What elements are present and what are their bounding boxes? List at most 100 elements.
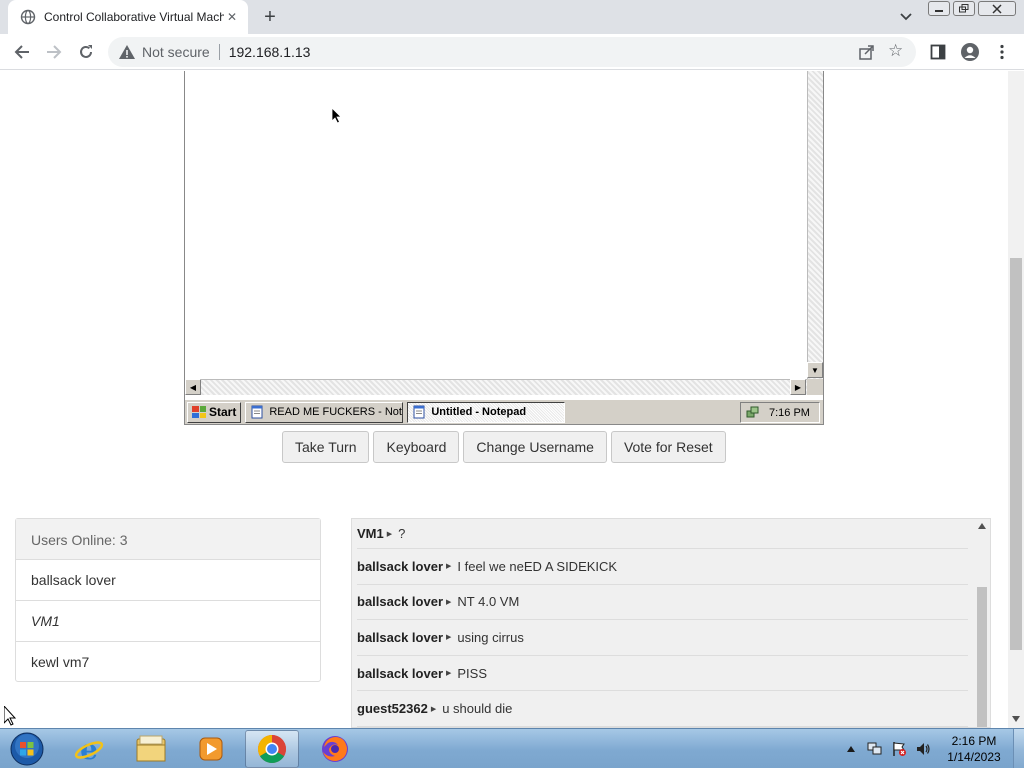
notepad-vertical-scrollbar[interactable]: ▼	[807, 71, 823, 379]
minimize-window-button[interactable]	[928, 1, 950, 16]
browser-tab-strip: Control Collaborative Virtual Machine ✕ …	[0, 0, 1024, 34]
page-content: ▼ ◀ ▶ Start READ ME FUCKERS - Not... Unt…	[0, 71, 1008, 728]
tab-title: Control Collaborative Virtual Machine	[44, 10, 224, 24]
chat-text: NT 4.0 VM	[457, 594, 520, 610]
chat-message: ballsack lover ▶ I feel we neED A SIDEKI…	[357, 549, 968, 585]
scroll-down-arrow-icon[interactable]: ▼	[807, 362, 823, 378]
back-arrow-icon[interactable]	[10, 40, 34, 64]
chat-arrow-icon: ▶	[446, 598, 452, 606]
chat-arrow-icon: ▶	[430, 705, 437, 713]
vm-control-bar: Take Turn Keyboard Change Username Vote …	[282, 431, 726, 463]
chat-scrollbar-thumb[interactable]	[977, 587, 987, 727]
chat-message: guest52362 ▶ u should die	[357, 691, 968, 727]
user-list-item[interactable]: VM1	[16, 601, 320, 642]
show-desktop-button[interactable]	[1013, 729, 1024, 768]
notepad-icon	[251, 405, 263, 419]
chat-text: using cirrus	[457, 629, 524, 645]
vm-task-label: READ ME FUCKERS - Not...	[269, 406, 404, 418]
scroll-down-arrow-icon[interactable]	[1008, 716, 1024, 726]
scroll-up-arrow-icon[interactable]	[978, 523, 986, 529]
more-options-icon[interactable]	[992, 42, 1012, 62]
url-text[interactable]: 192.168.1.13	[229, 44, 311, 60]
chat-text: PISS	[457, 665, 488, 681]
vm-system-tray: 7:16 PM	[740, 402, 820, 423]
restore-window-button[interactable]	[953, 1, 975, 16]
chat-username: VM1	[357, 526, 384, 541]
security-status-label[interactable]: Not secure	[142, 44, 210, 60]
vm-task-notepad[interactable]: Untitled - Notepad	[407, 401, 566, 423]
notepad-icon	[413, 405, 425, 419]
tab-search-chevron-icon[interactable]	[896, 7, 916, 27]
change-username-button[interactable]: Change Username	[463, 431, 607, 463]
forward-arrow-icon[interactable]	[42, 40, 66, 64]
page-scrollbar[interactable]	[1008, 71, 1024, 728]
browser-toolbar: Not secure 192.168.1.13 ☆	[0, 34, 1024, 70]
close-tab-icon[interactable]: ✕	[224, 9, 240, 25]
vm-taskbar: Start READ ME FUCKERS - Not... Untitled …	[185, 399, 823, 424]
media-player-icon[interactable]	[184, 730, 238, 768]
vm-start-label: Start	[209, 405, 237, 419]
warning-triangle-icon[interactable]	[118, 43, 136, 61]
browser-tab[interactable]: Control Collaborative Virtual Machine ✕	[8, 0, 248, 34]
scroll-right-arrow-icon[interactable]: ▶	[790, 379, 806, 395]
file-explorer-icon[interactable]	[124, 730, 178, 768]
vm-task-label: Untitled - Notepad	[431, 406, 527, 418]
chat-message: VM1 ▶ ?	[357, 519, 968, 549]
chat-panel[interactable]: VM1 ▶ ? ballsack lover ▶ I feel we neED …	[351, 518, 991, 728]
chat-arrow-icon: ▶	[446, 670, 452, 678]
vm-task-read-me[interactable]: READ ME FUCKERS - Not...	[245, 401, 404, 423]
close-window-button[interactable]	[978, 1, 1016, 16]
chat-arrow-icon: ▶	[446, 563, 452, 571]
chat-scrollbar[interactable]	[974, 519, 990, 727]
chat-text: ?	[398, 526, 406, 541]
users-online-panel: Users Online: 3 ballsack lover VM1 kewl …	[15, 518, 321, 682]
vm-screen[interactable]: ▼ ◀ ▶ Start READ ME FUCKERS - Not... Unt…	[184, 71, 824, 425]
page-scrollbar-thumb[interactable]	[1010, 258, 1022, 650]
chat-username: ballsack lover	[357, 665, 443, 681]
network-monitors-icon[interactable]	[746, 406, 760, 420]
scroll-left-arrow-icon[interactable]: ◀	[185, 379, 201, 395]
volume-icon[interactable]	[915, 741, 931, 757]
take-turn-button[interactable]: Take Turn	[282, 431, 370, 463]
side-panel-icon[interactable]	[928, 42, 948, 62]
show-hidden-icons-arrow-icon[interactable]	[843, 741, 859, 757]
firefox-icon[interactable]	[308, 730, 362, 768]
chat-username: ballsack lover	[357, 629, 443, 645]
chat-message: ballsack lover ▶ PISS	[357, 656, 968, 692]
share-icon[interactable]	[858, 43, 876, 61]
host-taskbar: e 2:16 PM 1/14/2023	[0, 728, 1024, 768]
clock-time: 2:16 PM	[951, 734, 997, 748]
user-list-item[interactable]: kewl vm7	[16, 642, 320, 683]
bookmark-star-icon[interactable]: ☆	[888, 42, 906, 60]
chat-arrow-icon: ▶	[386, 530, 393, 538]
internet-explorer-icon[interactable]: e	[62, 730, 116, 768]
profile-avatar-icon[interactable]	[960, 42, 980, 62]
keyboard-button[interactable]: Keyboard	[373, 431, 460, 463]
vm-start-button[interactable]: Start	[187, 401, 242, 423]
address-bar[interactable]: Not secure 192.168.1.13 ☆	[108, 37, 916, 67]
windows-flag-icon	[192, 406, 206, 418]
action-center-flag-icon[interactable]	[891, 741, 907, 757]
chat-arrow-icon: ▶	[446, 634, 452, 642]
reload-icon[interactable]	[74, 40, 98, 64]
user-list-item[interactable]: ballsack lover	[16, 560, 320, 601]
chrome-icon[interactable]	[245, 730, 299, 768]
vote-reset-button[interactable]: Vote for Reset	[610, 431, 726, 463]
system-clock[interactable]: 2:16 PM 1/14/2023	[938, 733, 1010, 765]
new-tab-button[interactable]: +	[258, 5, 282, 29]
notepad-horizontal-scrollbar[interactable]: ◀ ▶	[185, 379, 807, 395]
omnibox-divider	[218, 44, 220, 60]
network-icon[interactable]	[867, 741, 883, 757]
chat-username: guest52362	[357, 701, 428, 717]
chat-username: ballsack lover	[357, 558, 443, 574]
chat-message: ballsack lover ▶ NT 4.0 VM	[357, 585, 968, 621]
scrollbar-corner	[807, 379, 823, 395]
chat-message: ballsack lover ▶ using cirrus	[357, 620, 968, 656]
start-orb-icon[interactable]	[8, 731, 46, 767]
vm-clock: 7:16 PM	[769, 406, 810, 419]
host-mouse-cursor-icon	[3, 704, 17, 728]
globe-icon	[20, 9, 36, 25]
vm-mouse-cursor-icon	[331, 107, 342, 127]
clock-date: 1/14/2023	[947, 750, 1001, 764]
users-online-header: Users Online: 3	[16, 519, 320, 560]
